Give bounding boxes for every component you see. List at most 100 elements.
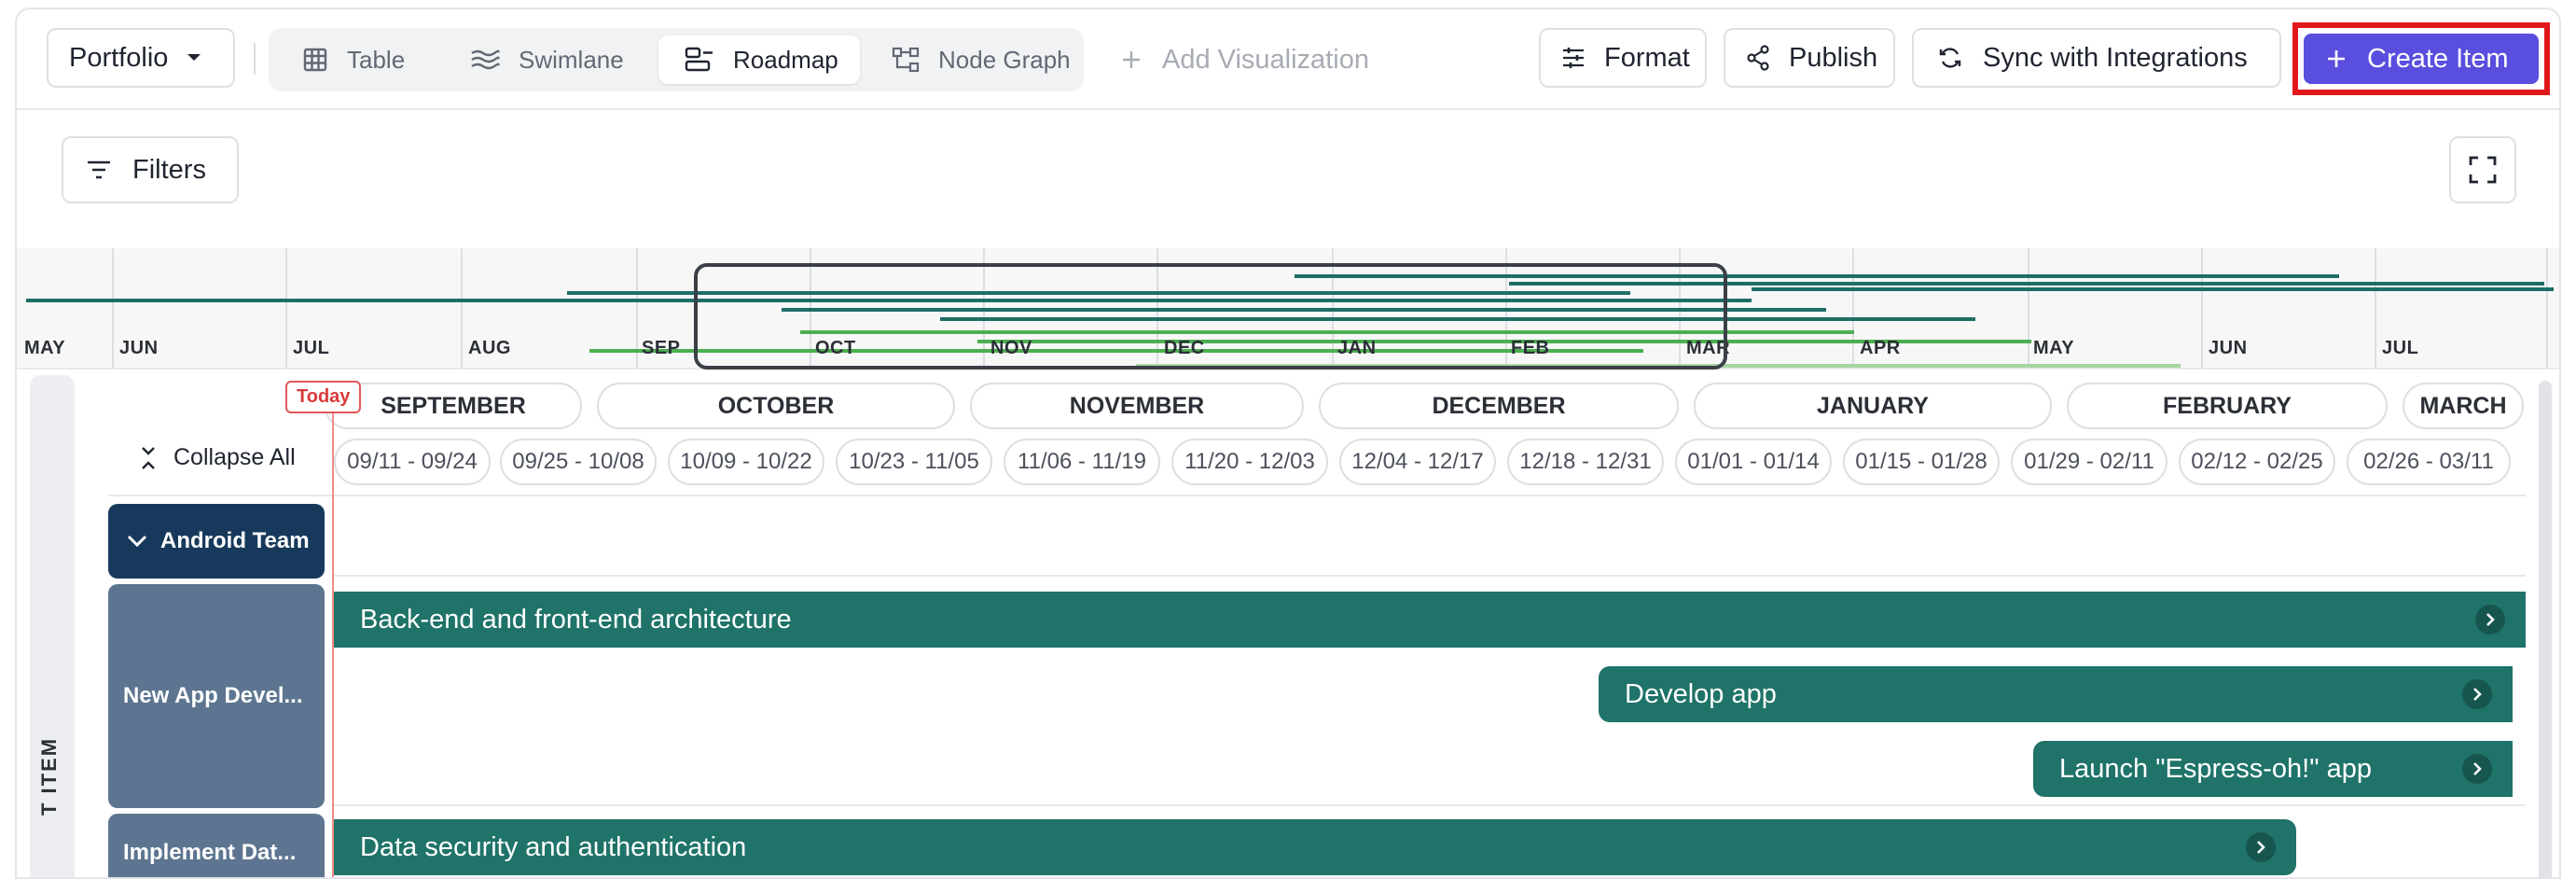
month-header: DECEMBER [1319,383,1679,429]
week-header: 01/15 - 01/28 [1843,439,2000,485]
week-label: 09/25 - 10/08 [512,449,644,474]
tab-roadmap-label: Roadmap [733,45,838,74]
group-header-android-team[interactable]: Android Team [108,504,325,579]
roadmap-item-bar[interactable]: Launch "Espress-oh!" app [2033,741,2513,797]
plus-icon [1123,51,1140,68]
week-header: 09/11 - 09/24 [334,439,491,485]
week-label: 01/15 - 01/28 [1855,449,1987,474]
filters-button[interactable]: Filters [62,136,239,203]
week-header: 12/04 - 12/17 [1339,439,1496,485]
portfolio-dropdown[interactable]: Portfolio [47,28,235,88]
month-label: JANUARY [1817,392,1929,419]
portfolio-label: Portfolio [69,42,169,73]
item-type-strip: T ITEM [30,375,75,877]
minimap-month-divider [285,248,287,368]
header-divider [108,495,2526,496]
swimlane-new-app-development[interactable]: New App Devel... [108,584,325,808]
month-label: FEBRUARY [2163,392,2292,419]
today-badge: Today [285,381,362,413]
minimap-month-label: JUN [2209,338,2248,358]
swimlane-name: Implement Dat... [123,840,297,865]
minimap-month-divider [461,248,463,368]
minimap-month-divider [2375,248,2376,368]
month-header: OCTOBER [597,383,955,429]
roadmap-icon [685,47,713,72]
collapse-all-label: Collapse All [173,444,296,470]
week-header: 10/23 - 11/05 [836,439,992,485]
roadmap-item-title: Back-end and front-end architecture [360,604,792,635]
swimlane-implement-data[interactable]: Implement Dat... [108,814,325,877]
week-header: 01/01 - 01/14 [1675,439,1832,485]
collapse-icon [142,446,155,469]
chevron-right-icon[interactable] [2462,679,2492,709]
swimlane-icon [471,49,500,70]
collapse-all-button[interactable]: Collapse All [140,444,296,471]
tab-node-graph[interactable]: Node Graph [866,35,1080,84]
month-header: NOVEMBER [970,383,1304,429]
roadmap-item-bar[interactable]: Develop app [1599,666,2513,722]
sync-label: Sync with Integrations [1983,42,2248,73]
vertical-scrollbar[interactable] [2539,381,2552,877]
week-label: 11/06 - 11/19 [1018,449,1146,474]
week-label: 10/09 - 10/22 [680,449,812,474]
week-label: 10/23 - 11/05 [849,449,979,474]
swimlane-name: New App Devel... [123,683,303,708]
roadmap-item-bar[interactable]: Back-end and front-end architecture [334,592,2526,648]
sync-integrations-button[interactable]: Sync with Integrations [1912,28,2281,88]
roadmap-item-bar[interactable]: Data security and authentication [334,819,2296,875]
month-header: MARCH [2403,383,2524,429]
month-label: NOVEMBER [1069,392,1205,419]
month-label: SEPTEMBER [381,392,526,419]
add-visualization-button[interactable]: Add Visualization [1121,35,1369,84]
week-header: 11/06 - 11/19 [1004,439,1160,485]
chevron-right-icon[interactable] [2475,605,2505,635]
roadmap-item-title: Develop app [1625,678,1777,709]
minimap-month-label: MAY [2033,338,2075,358]
table-icon [303,48,327,72]
week-header: 12/18 - 12/31 [1507,439,1664,485]
minimap-month-label: APR [1860,338,1901,358]
expand-icon [2469,156,2497,184]
minimap-month-label: SEP [642,338,681,358]
month-label: MARCH [2419,392,2507,419]
month-header: JANUARY [1694,383,2052,429]
week-label: 02/26 - 03/11 [2363,449,2494,474]
minimap-month-label: JUL [2382,338,2419,358]
add-visualization-label: Add Visualization [1162,44,1369,75]
minimap-month-label: JUL [293,338,330,358]
roadmap-item-title: Launch "Espress-oh!" app [2059,753,2372,784]
node-graph-icon [892,47,920,73]
row-divider [334,575,2526,577]
create-item-button[interactable]: Create Item [2304,34,2539,84]
minimap-month-divider [1852,248,1854,368]
tab-swimlane[interactable]: Swimlane [444,35,642,84]
tab-swimlane-label: Swimlane [519,45,624,74]
minimap-viewport-window[interactable] [694,263,1727,370]
minimap-month-label: MAY [24,338,66,358]
week-label: 01/01 - 01/14 [1687,449,1820,474]
toolbar-divider [254,43,256,75]
week-label: 11/20 - 12/03 [1184,449,1315,474]
filters-label: Filters [132,154,206,185]
share-icon [1747,45,1769,71]
timeline-minimap[interactable]: MAY JUN JUL AUG SEP OCT NOV DEC JAN FEB … [17,248,2559,370]
minimap-month-divider [112,248,114,368]
month-header: FEBRUARY [2067,383,2388,429]
publish-button[interactable]: Publish [1724,28,1895,88]
tab-roadmap[interactable]: Roadmap [658,35,860,84]
publish-label: Publish [1789,42,1878,73]
week-header: 10/09 - 10/22 [668,439,824,485]
format-button[interactable]: Format [1539,28,1707,88]
plus-icon [2328,50,2345,67]
filter-icon [88,160,110,179]
create-item-label: Create Item [2367,43,2509,74]
tab-table[interactable]: Table [276,35,444,84]
fullscreen-button[interactable] [2449,136,2516,203]
view-switcher: Table Swimlane Roadmap Node Graph [269,28,1084,91]
sync-icon [1939,48,1961,68]
group-name: Android Team [160,528,310,553]
minimap-month-divider [2028,248,2029,368]
chevron-right-icon[interactable] [2246,832,2276,862]
minimap-month-divider [2201,248,2203,368]
chevron-right-icon[interactable] [2462,754,2492,784]
